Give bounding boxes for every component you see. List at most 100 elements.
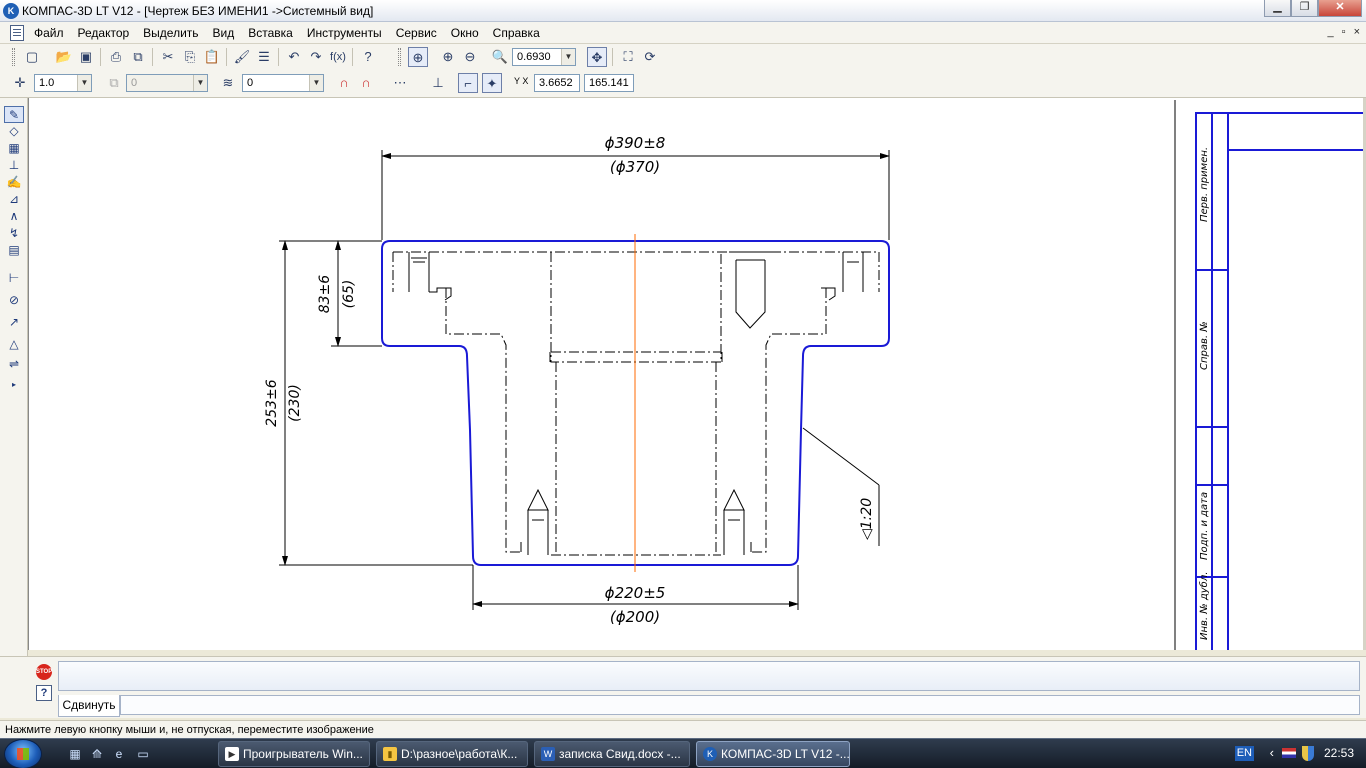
- print-preview-button[interactable]: ⎙: [106, 47, 126, 67]
- dim-top-inner: (ϕ370): [610, 158, 660, 176]
- security-shield-icon[interactable]: [1302, 746, 1314, 761]
- toolbar-grip[interactable]: [12, 48, 15, 66]
- designation-tool-icon[interactable]: ✍: [4, 174, 24, 191]
- document-menu-icon[interactable]: [10, 25, 24, 41]
- menu-select[interactable]: Выделить: [143, 26, 198, 40]
- coord-y-field[interactable]: 165.141: [584, 74, 634, 92]
- menu-view[interactable]: Вид: [213, 26, 235, 40]
- mdi-restore-button[interactable]: ▫: [1342, 26, 1346, 38]
- ie-icon[interactable]: e: [110, 745, 128, 763]
- angular-dim-icon[interactable]: △: [4, 336, 24, 353]
- zoom-combo[interactable]: 0.6930 ▼: [512, 48, 576, 66]
- zoom-in-icon[interactable]: ⊕: [438, 47, 458, 67]
- start-button[interactable]: [4, 739, 42, 768]
- drawing-svg: Перв. примен. Справ. № Подп. и дата Инв.…: [264, 100, 1366, 654]
- height-dimensions: [279, 240, 473, 566]
- zoom-window-icon[interactable]: ⊕: [408, 47, 428, 67]
- dim-top-outer: ϕ390±8: [605, 134, 666, 152]
- local-cs-icon[interactable]: ⊥: [428, 73, 448, 93]
- taper-label: ◁1:20: [859, 498, 875, 540]
- mdi-minimize-button[interactable]: _: [1328, 26, 1334, 38]
- help-pointer-button[interactable]: ?: [358, 47, 378, 67]
- status-text: Нажмите левую кнопку мыши и, не отпуская…: [5, 724, 374, 736]
- task-kompas[interactable]: K КОМПАС-3D LT V12 -...: [696, 741, 850, 767]
- expand-panel-icon[interactable]: ▸: [4, 376, 24, 393]
- properties-button[interactable]: ⧉: [128, 47, 148, 67]
- round-icon[interactable]: ✦: [482, 73, 502, 93]
- menu-file[interactable]: Файл: [34, 26, 64, 40]
- task-word[interactable]: W записка Свид.docx -...: [534, 741, 690, 767]
- menu-service[interactable]: Сервис: [396, 26, 437, 40]
- current-state-toolbar: ✛ 1.0 ▼ ⧉ 0 ▼ ≋ 0 ▼ ∩ ∩ ⋯ ⊥ ⌐ ✦ Y X 3.66…: [0, 70, 1366, 98]
- list-button[interactable]: ☰: [254, 47, 274, 67]
- snap-magnet-icon[interactable]: ∩: [334, 73, 354, 93]
- stop-icon[interactable]: STOP: [36, 664, 52, 680]
- task-explorer[interactable]: ▮ D:\разное\работа\К...: [376, 741, 528, 767]
- pan-icon[interactable]: ✥: [587, 47, 607, 67]
- hatch-tool-icon[interactable]: ▦: [4, 140, 24, 157]
- open-button[interactable]: 📂: [54, 47, 74, 67]
- language-indicator[interactable]: EN: [1234, 746, 1254, 761]
- close-button[interactable]: ✕: [1318, 0, 1362, 17]
- radial-dim-icon[interactable]: ↗: [4, 314, 24, 331]
- tray-expand-icon[interactable]: ‹: [1270, 745, 1274, 760]
- zoom-scale-icon[interactable]: 🔍: [490, 47, 510, 67]
- measure-tool-icon[interactable]: ↯: [4, 225, 24, 242]
- show-desktop-icon[interactable]: ▦: [66, 745, 84, 763]
- switch-windows-icon[interactable]: ⟰: [88, 745, 106, 763]
- new-document-button[interactable]: ▢: [22, 47, 42, 67]
- function-button[interactable]: f(x): [328, 47, 348, 67]
- redo-button[interactable]: ↷: [306, 47, 326, 67]
- curve-tool-icon[interactable]: ◇: [4, 123, 24, 140]
- clock[interactable]: 22:53: [1324, 746, 1354, 760]
- menu-insert[interactable]: Вставка: [248, 26, 293, 40]
- cursor-snap-icon[interactable]: ✛: [10, 73, 30, 93]
- desktop-icon[interactable]: ▭: [134, 745, 152, 763]
- refresh-view-icon[interactable]: ⛶: [618, 47, 638, 67]
- linear-dim-icon[interactable]: ⊢: [4, 270, 24, 287]
- menu-editor[interactable]: Редактор: [78, 26, 130, 40]
- help-icon[interactable]: ?: [36, 685, 52, 701]
- menu-help[interactable]: Справка: [493, 26, 540, 40]
- flag-icon[interactable]: [1282, 748, 1296, 758]
- scale-combo[interactable]: 1.0 ▼: [34, 74, 92, 92]
- chevron-down-icon[interactable]: ▼: [77, 75, 91, 91]
- menu-tools[interactable]: Инструменты: [307, 26, 382, 40]
- minimize-button[interactable]: ▁: [1264, 0, 1291, 17]
- chevron-down-icon[interactable]: ▼: [309, 75, 323, 91]
- redraw-icon[interactable]: ⟳: [640, 47, 660, 67]
- ortho-icon[interactable]: ⌐: [458, 73, 478, 93]
- parametrize-tool-icon[interactable]: ∧: [4, 208, 24, 225]
- task-label: КОМПАС-3D LT V12 -...: [721, 747, 850, 761]
- paste-button[interactable]: 📋: [202, 47, 222, 67]
- mdi-close-button[interactable]: ×: [1354, 26, 1360, 38]
- save-button[interactable]: ▣: [76, 47, 96, 67]
- drawing-canvas[interactable]: Перв. примен. Справ. № Подп. и дата Инв.…: [28, 98, 1366, 654]
- coord-x-field[interactable]: 3.6652: [534, 74, 580, 92]
- copy-properties-button[interactable]: 🖌: [232, 47, 252, 67]
- folder-icon: ▮: [383, 747, 397, 761]
- local-snap-icon[interactable]: ∩: [356, 73, 376, 93]
- pan-tab[interactable]: Сдвинуть: [58, 695, 120, 717]
- zoom-out-icon[interactable]: ⊖: [460, 47, 480, 67]
- task-media-player[interactable]: ▶ Проигрыватель Win...: [218, 741, 370, 767]
- select-tool-icon[interactable]: ▤: [4, 242, 24, 259]
- style-combo[interactable]: 0 ▼: [242, 74, 324, 92]
- auto-dim-icon[interactable]: ⇌: [4, 356, 24, 373]
- undo-button[interactable]: ↶: [284, 47, 304, 67]
- dimension-tool-icon[interactable]: ⊥: [4, 157, 24, 174]
- chevron-down-icon[interactable]: ▼: [561, 49, 575, 65]
- edit-tool-icon[interactable]: ⊿: [4, 191, 24, 208]
- dim-flange-height-ref: (65): [341, 280, 357, 309]
- kompas-app-icon[interactable]: K: [3, 3, 19, 19]
- property-panel: STOP ? Сдвинуть: [0, 656, 1366, 718]
- grid-icon[interactable]: ⋯: [390, 73, 410, 93]
- diameter-dim-icon[interactable]: ⊘: [4, 292, 24, 309]
- restore-button[interactable]: ❐: [1291, 0, 1318, 17]
- geometry-tool-icon[interactable]: ✎: [4, 106, 24, 123]
- style-icon[interactable]: ≋: [218, 73, 238, 93]
- copy-button[interactable]: ⎘: [180, 47, 200, 67]
- menu-window[interactable]: Окно: [451, 26, 479, 40]
- cut-button[interactable]: ✂: [158, 47, 178, 67]
- style-value: 0: [247, 77, 254, 89]
